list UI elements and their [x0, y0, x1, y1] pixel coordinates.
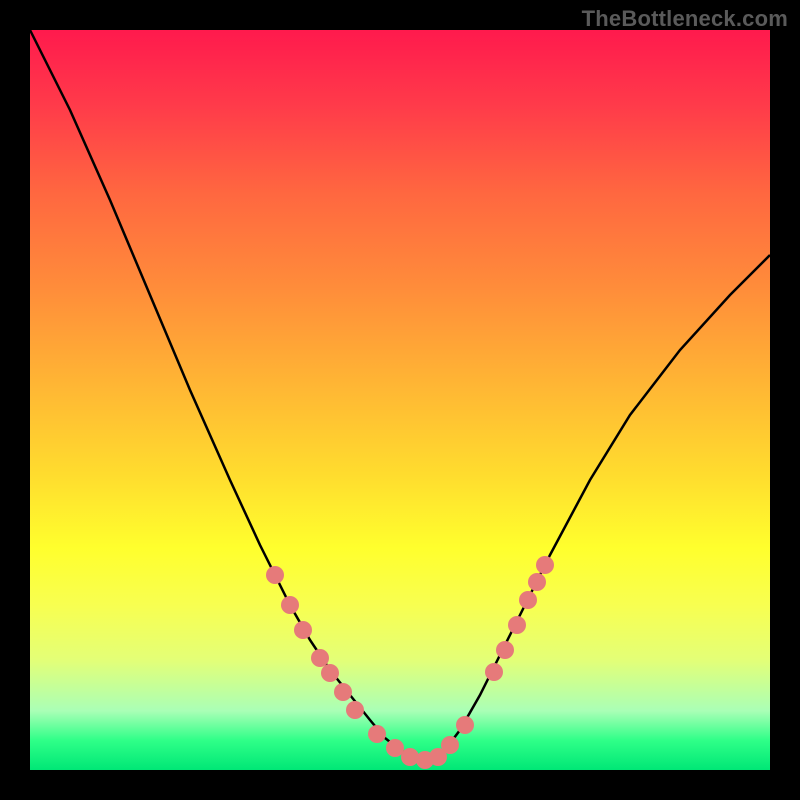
- data-point: [386, 739, 404, 757]
- data-point: [485, 663, 503, 681]
- data-point: [496, 641, 514, 659]
- data-point: [508, 616, 526, 634]
- chart-svg: [30, 30, 770, 770]
- chart-frame: TheBottleneck.com: [0, 0, 800, 800]
- data-point: [441, 736, 459, 754]
- data-point: [281, 596, 299, 614]
- curve-dots: [266, 556, 554, 769]
- curve-line: [30, 30, 770, 760]
- data-point: [528, 573, 546, 591]
- data-point: [321, 664, 339, 682]
- data-point: [294, 621, 312, 639]
- data-point: [536, 556, 554, 574]
- data-point: [401, 748, 419, 766]
- plot-area: [30, 30, 770, 770]
- data-point: [519, 591, 537, 609]
- data-point: [266, 566, 284, 584]
- data-point: [311, 649, 329, 667]
- data-point: [368, 725, 386, 743]
- data-point: [456, 716, 474, 734]
- data-point: [346, 701, 364, 719]
- watermark-text: TheBottleneck.com: [582, 6, 788, 32]
- data-point: [334, 683, 352, 701]
